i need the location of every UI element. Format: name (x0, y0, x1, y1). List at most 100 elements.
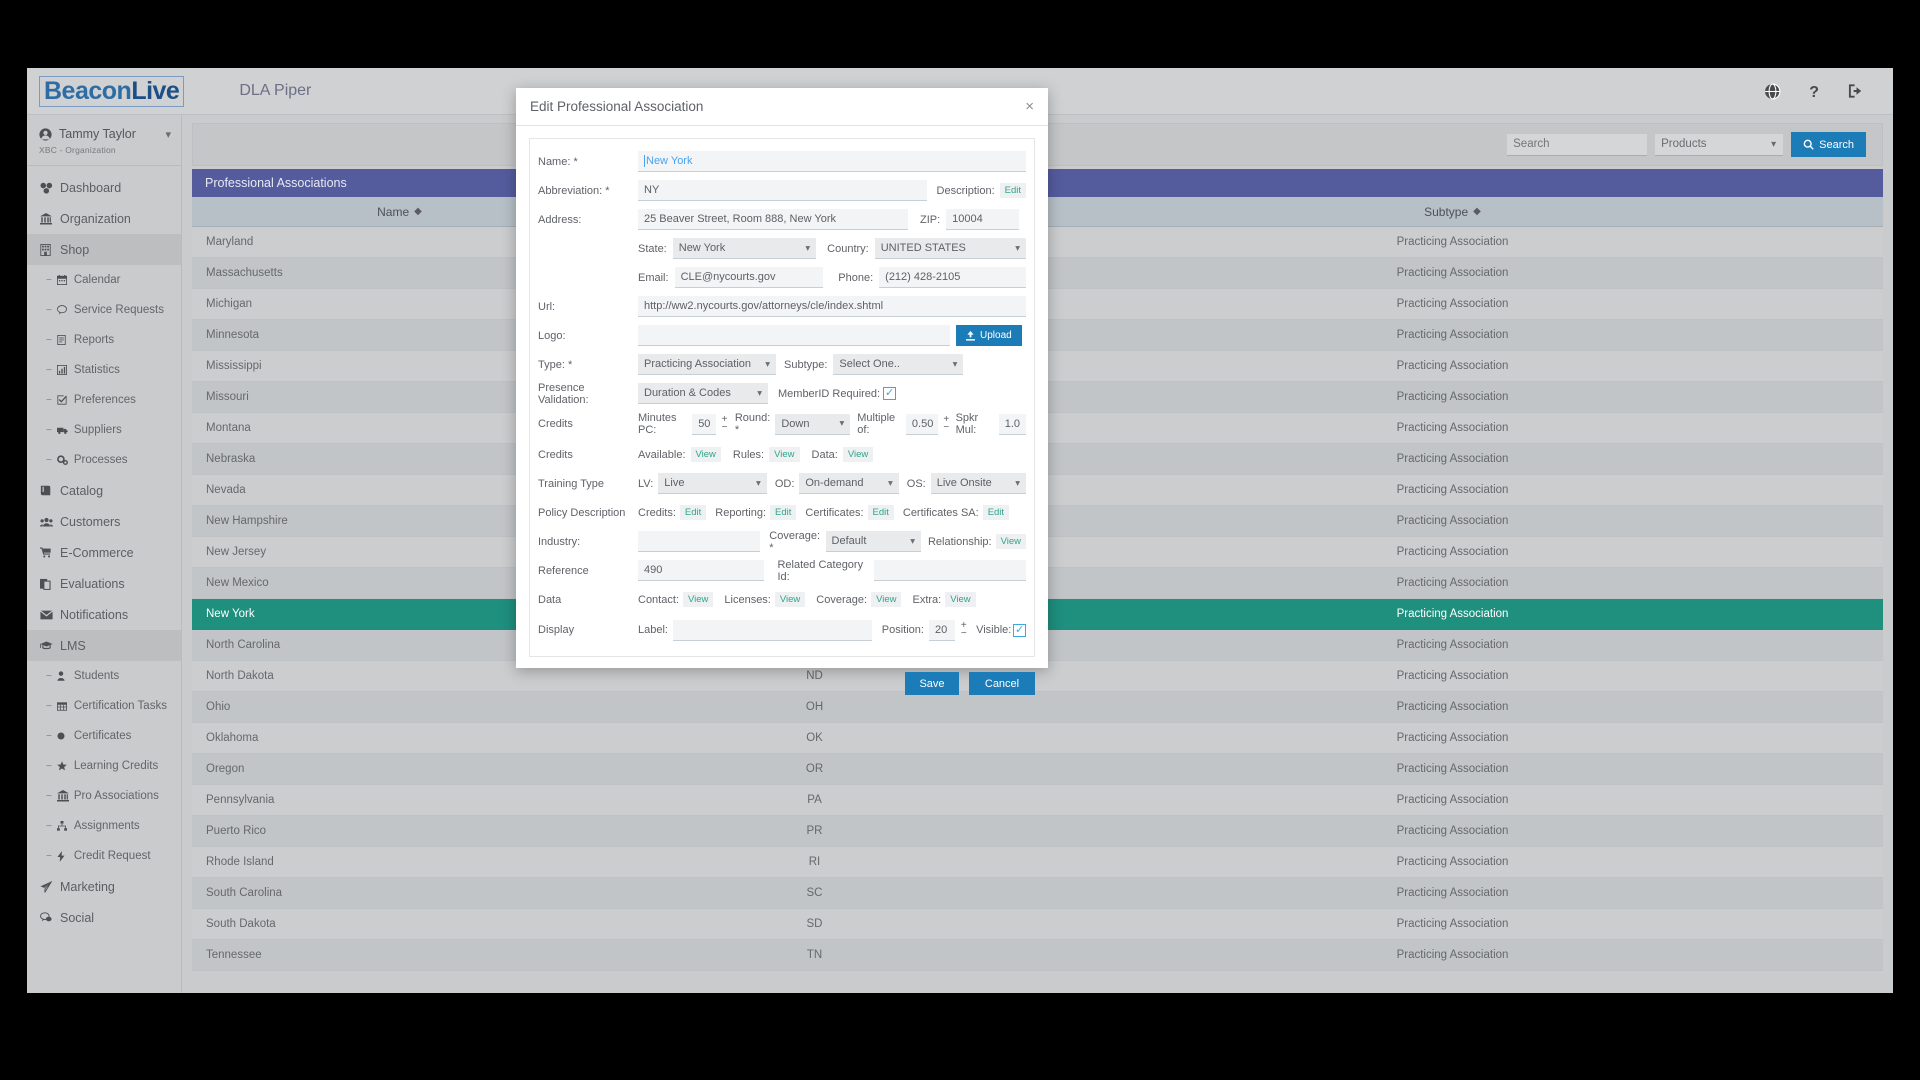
address-input[interactable]: 25 Beaver Street, Room 888, New York (638, 209, 908, 230)
sidebar-item-pro-associations[interactable]: − Pro Associations (27, 781, 181, 811)
policy-certificates-edit-button[interactable]: Edit (867, 504, 894, 521)
spkr-mul-input[interactable]: 1.0 (998, 413, 1027, 435)
url-input[interactable]: http://ww2.nycourts.gov/attorneys/cle/in… (638, 296, 1026, 317)
relationship-view-button[interactable]: View (995, 533, 1026, 550)
user-block[interactable]: Tammy Taylor ▾ XBC - Organization (27, 115, 181, 166)
sidebar-item-social[interactable]: Social (27, 902, 181, 933)
country-select[interactable]: UNITED STATES ▾ (874, 238, 1026, 259)
contact-view-button[interactable]: View (682, 591, 714, 608)
policy-certificates-sa-edit-button[interactable]: Edit (982, 504, 1010, 521)
email-input[interactable]: CLE@nycourts.gov (674, 267, 824, 288)
table-row[interactable]: South Dakota SD Practicing Association (192, 909, 1883, 940)
sidebar-item-catalog[interactable]: Catalog (27, 475, 181, 506)
reference-input[interactable]: 490 (638, 560, 765, 581)
table-row[interactable]: Tennessee TN Practicing Association (192, 940, 1883, 971)
coverage-data-view-button[interactable]: View (871, 591, 902, 608)
sidebar-item-dashboard[interactable]: Dashboard (27, 172, 181, 203)
multiple-of-stepper[interactable]: + − (941, 415, 952, 433)
sidebar-item-processes[interactable]: − Processes (27, 445, 181, 475)
sidebar-item-learning-credits[interactable]: − Learning Credits (27, 751, 181, 781)
abbreviation-input[interactable]: NY (638, 180, 927, 201)
sidebar-item-reports[interactable]: − Reports (27, 325, 181, 355)
upload-button[interactable]: Upload (956, 325, 1022, 346)
sidebar-item-credit-request[interactable]: − Credit Request (27, 841, 181, 871)
sidebar-item-e-commerce[interactable]: E-Commerce (27, 537, 181, 568)
sidebar-item-evaluations[interactable]: Evaluations (27, 568, 181, 599)
column-header-subtype[interactable]: Subtype ◆ (1022, 205, 1883, 219)
memberid-required-checkbox[interactable]: ✓ (883, 387, 897, 400)
sidebar-item-statistics[interactable]: − Statistics (27, 355, 181, 385)
decrement-icon[interactable]: − (943, 423, 949, 433)
sidebar-item-customers[interactable]: Customers (27, 506, 181, 537)
table-row[interactable]: Oklahoma OK Practicing Association (192, 723, 1883, 754)
sidebar-item-lms[interactable]: LMS (27, 630, 181, 661)
cancel-button[interactable]: Cancel (969, 672, 1035, 695)
data-view-button[interactable]: View (842, 446, 874, 463)
close-icon[interactable]: × (1025, 98, 1034, 115)
round-select[interactable]: Down ▾ (775, 413, 851, 435)
sidebar-item-certification-tasks[interactable]: − Certification Tasks (27, 691, 181, 721)
sidebar-item-suppliers[interactable]: − Suppliers (27, 415, 181, 445)
sitemap-icon (56, 821, 74, 831)
logo-input[interactable] (638, 325, 950, 346)
bar-chart-icon (56, 365, 74, 375)
sidebar-item-students[interactable]: − Students (27, 661, 181, 691)
dash-icon: − (46, 820, 52, 832)
related-category-id-input[interactable] (873, 560, 1027, 581)
available-view-button[interactable]: View (690, 446, 721, 463)
position-input[interactable]: 20 (928, 619, 955, 641)
multiple-of-input[interactable]: 0.50 (905, 413, 938, 435)
industry-input[interactable] (638, 531, 761, 552)
sidebar-item-organization[interactable]: Organization (27, 203, 181, 234)
decrement-icon[interactable]: − (961, 629, 967, 639)
table-row[interactable]: Pennsylvania PA Practicing Association (192, 785, 1883, 816)
sidebar-item-assignments[interactable]: − Assignments (27, 811, 181, 841)
sidebar-item-certificates[interactable]: − Certificates (27, 721, 181, 751)
sidebar-item-marketing[interactable]: Marketing (27, 871, 181, 902)
state-select[interactable]: New York ▾ (672, 238, 817, 259)
subtype-select[interactable]: Select One.. ▾ (833, 354, 964, 375)
logout-icon[interactable] (1848, 83, 1865, 99)
table-row[interactable]: Puerto Rico PR Practicing Association (192, 816, 1883, 847)
type-select[interactable]: Practicing Association ▾ (638, 354, 776, 375)
os-select[interactable]: Live Onsite ▾ (930, 473, 1026, 494)
extra-view-button[interactable]: View (945, 591, 976, 608)
help-icon[interactable]: ? (1807, 83, 1822, 99)
table-row[interactable]: Oregon OR Practicing Association (192, 754, 1883, 785)
visible-checkbox[interactable]: ✓ (1013, 623, 1026, 637)
rules-view-button[interactable]: View (769, 446, 800, 463)
od-select[interactable]: On-demand ▾ (799, 473, 899, 494)
search-scope-select[interactable]: Products ▾ (1655, 133, 1784, 156)
minutes-pc-stepper[interactable]: + − (719, 415, 730, 433)
search-button[interactable]: Search (1791, 132, 1866, 157)
licenses-view-button[interactable]: View (774, 591, 806, 608)
table-row[interactable]: Ohio OH Practicing Association (192, 692, 1883, 723)
lv-select[interactable]: Live ▾ (658, 473, 767, 494)
chevron-down-icon[interactable]: ▾ (165, 128, 171, 141)
sidebar-item-notifications[interactable]: Notifications (27, 599, 181, 630)
upload-button-label: Upload (980, 330, 1012, 341)
position-stepper[interactable]: + − (958, 621, 971, 639)
sidebar-item-preferences[interactable]: − Preferences (27, 385, 181, 415)
book-icon (40, 485, 60, 496)
globe-icon[interactable] (1764, 83, 1781, 100)
sidebar-item-calendar[interactable]: − Calendar (27, 265, 181, 295)
policy-credits-edit-button[interactable]: Edit (679, 504, 707, 521)
presence-validation-select[interactable]: Duration & Codes ▾ (638, 383, 768, 404)
sidebar-item-shop[interactable]: Shop (27, 234, 181, 265)
name-input[interactable]: New York (638, 151, 1026, 172)
table-row[interactable]: Rhode Island RI Practicing Association (192, 847, 1883, 878)
display-label-input[interactable] (672, 619, 872, 641)
policy-reporting-edit-button[interactable]: Edit (770, 504, 797, 521)
description-edit-button[interactable]: Edit (999, 182, 1026, 199)
save-button[interactable]: Save (905, 672, 959, 695)
zip-input[interactable]: 10004 (946, 209, 1020, 230)
minutes-pc-input[interactable]: 50 (692, 413, 717, 435)
sidebar-item-service-requests[interactable]: − Service Requests (27, 295, 181, 325)
phone-input[interactable]: (212) 428-2105 (879, 267, 1026, 288)
search-input[interactable] (1507, 133, 1648, 156)
decrement-icon[interactable]: − (722, 423, 728, 433)
beaconlive-logo[interactable]: BeaconLive (39, 75, 185, 107)
table-row[interactable]: South Carolina SC Practicing Association (192, 878, 1883, 909)
coverage-select[interactable]: Default ▾ (825, 531, 921, 552)
